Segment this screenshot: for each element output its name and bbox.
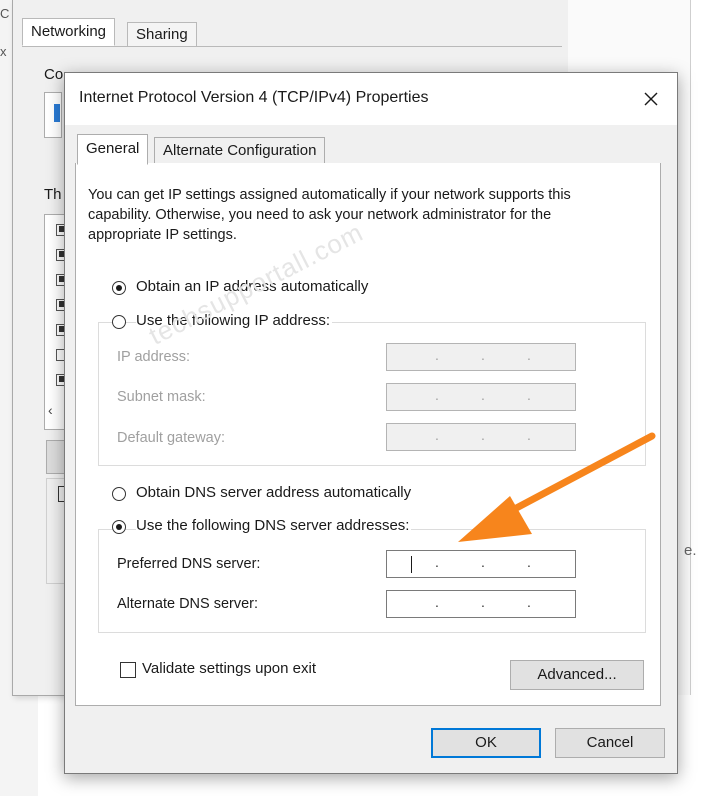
- default-gateway-label: Default gateway:: [117, 430, 226, 446]
- background-left-text: x: [0, 44, 7, 59]
- preferred-dns-label: Preferred DNS server:: [117, 556, 261, 572]
- use-following-dns-radio[interactable]: [112, 520, 126, 534]
- close-button[interactable]: [631, 81, 671, 117]
- alternate-dns-input[interactable]: ...: [386, 590, 576, 618]
- use-following-ip-radio[interactable]: [112, 315, 126, 329]
- ip-address-label: IP address:: [117, 349, 191, 365]
- scroll-left-icon[interactable]: ‹: [48, 402, 53, 418]
- arrow-icon: [458, 432, 656, 542]
- ipv4-properties-dialog: Internet Protocol Version 4 (TCP/IPv4) P…: [64, 72, 678, 774]
- validate-settings-label[interactable]: Validate settings upon exit: [142, 660, 316, 677]
- subnet-mask-input[interactable]: ...: [386, 383, 576, 411]
- close-icon: [644, 92, 658, 106]
- background-left-text: C: [0, 6, 10, 21]
- validate-settings-checkbox[interactable]: [120, 662, 136, 678]
- obtain-ip-auto-radio[interactable]: [112, 281, 126, 295]
- advanced-button[interactable]: Advanced...: [510, 660, 644, 690]
- ip-address-input[interactable]: ...: [386, 343, 576, 371]
- dialog-title: Internet Protocol Version 4 (TCP/IPv4) P…: [79, 89, 429, 106]
- tab-networking[interactable]: Networking: [22, 18, 116, 46]
- connect-using-label: Co: [44, 66, 64, 83]
- ok-button[interactable]: OK: [431, 728, 541, 758]
- connection-items-list[interactable]: [44, 214, 66, 430]
- install-button[interactable]: [46, 440, 66, 474]
- subnet-mask-label: Subnet mask:: [117, 389, 206, 405]
- cancel-button[interactable]: Cancel: [555, 728, 665, 758]
- title-bar: Internet Protocol Version 4 (TCP/IPv4) P…: [65, 73, 677, 125]
- use-following-dns-label[interactable]: Use the following DNS server addresses:: [136, 517, 412, 534]
- obtain-dns-auto-radio[interactable]: [112, 487, 126, 501]
- connection-items-label: Th: [44, 186, 62, 203]
- network-adapter-icon: [54, 104, 60, 122]
- tab-alternate-configuration[interactable]: Alternate Configuration: [154, 137, 326, 164]
- background-tab-divider: [22, 46, 562, 47]
- background-right-text: e.: [684, 542, 697, 559]
- alternate-dns-label: Alternate DNS server:: [117, 596, 259, 612]
- tab-sharing[interactable]: Sharing: [127, 22, 197, 47]
- tab-general[interactable]: General: [77, 134, 149, 165]
- obtain-dns-auto-label[interactable]: Obtain DNS server address automatically: [136, 484, 411, 501]
